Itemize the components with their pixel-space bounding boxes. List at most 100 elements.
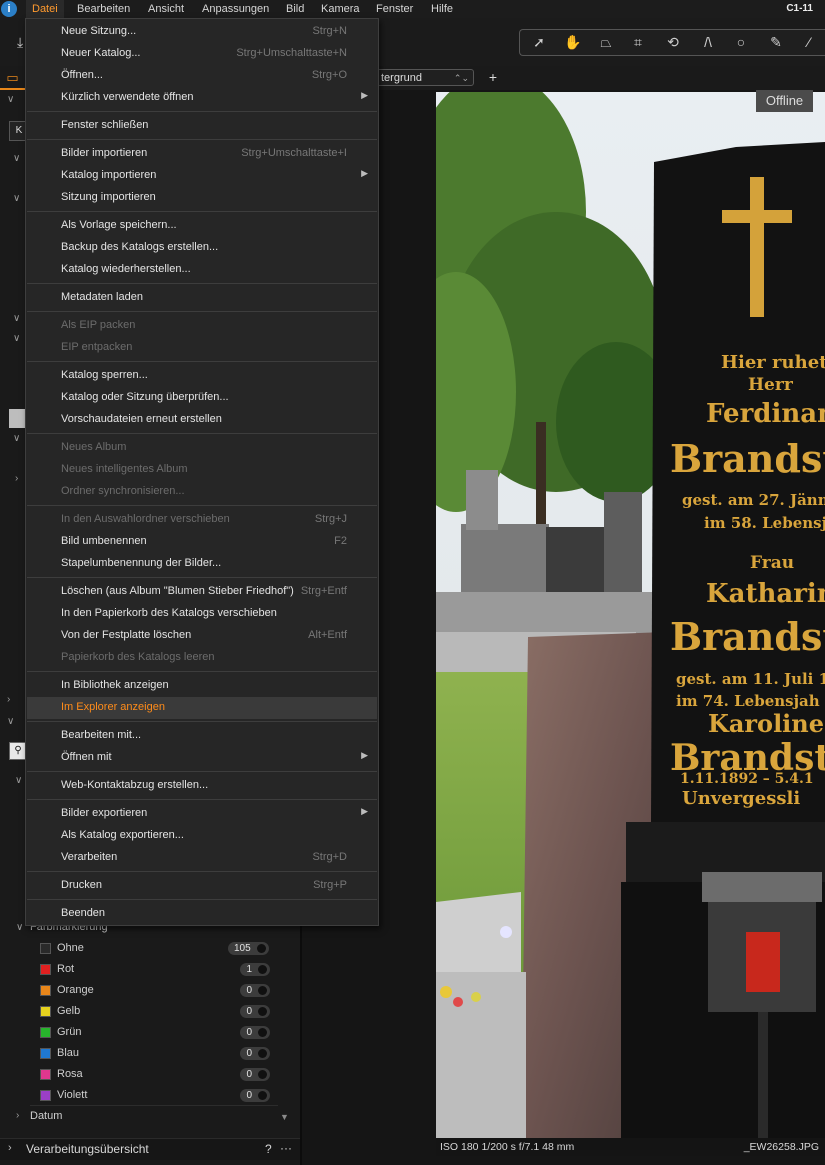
- menu-item[interactable]: Im Explorer anzeigen: [27, 697, 377, 719]
- menu-item[interactable]: Vorschaudateien erneut erstellen: [27, 409, 377, 431]
- menu-item[interactable]: Löschen (aus Album "Blumen Stieber Fried…: [27, 581, 377, 603]
- rotate-icon[interactable]: ⟲: [662, 33, 684, 51]
- color-label-row[interactable]: Rosa 0: [40, 1065, 280, 1086]
- menu-bearbeiten[interactable]: Bearbeiten: [71, 0, 136, 18]
- chevron-down-icon[interactable]: ∨: [15, 775, 22, 786]
- menu-item[interactable]: Bilder importieren Strg+Umschalttaste+I: [27, 143, 377, 165]
- menu-item[interactable]: Drucken Strg+P: [27, 875, 377, 897]
- background-select[interactable]: tergrund ⌃⌄: [376, 69, 474, 86]
- grey-swatch[interactable]: [9, 409, 25, 428]
- app-logo-icon[interactable]: i: [1, 1, 17, 17]
- menu-item[interactable]: Metadaten laden: [27, 287, 377, 309]
- menu-item-label: Metadaten laden: [61, 291, 143, 303]
- menu-anpassungen[interactable]: Anpassungen: [196, 0, 275, 18]
- datum-filter[interactable]: Datum: [30, 1110, 62, 1122]
- menu-item[interactable]: Stapelumbenennung der Bilder...: [27, 553, 377, 575]
- photo[interactable]: Hier ruhet Herr Ferdinand Brandstet gest…: [436, 92, 825, 1138]
- help-icon[interactable]: ?: [265, 1142, 272, 1156]
- add-tool-button[interactable]: +: [485, 68, 501, 86]
- color-label-row[interactable]: Orange 0: [40, 981, 280, 1002]
- crop-icon[interactable]: ⌗: [627, 33, 649, 51]
- processing-summary-bar[interactable]: › Verarbeitungsübersicht ? ···: [0, 1138, 300, 1160]
- color-label-row[interactable]: Gelb 0: [40, 1002, 280, 1023]
- menu-hilfe[interactable]: Hilfe: [425, 0, 459, 18]
- more-icon[interactable]: ···: [280, 1141, 292, 1155]
- menu-item[interactable]: Bild umbenennen F2: [27, 531, 377, 553]
- menu-item[interactable]: Neuer Katalog... Strg+Umschalttaste+N: [27, 43, 377, 65]
- menu-item-label: Bild umbenennen: [61, 535, 147, 547]
- fill-icon[interactable]: ⏢: [595, 33, 617, 51]
- cursor-icon[interactable]: ➚: [528, 33, 550, 51]
- menu-datei[interactable]: Datei: [26, 0, 64, 18]
- menu-item[interactable]: Bearbeiten mit...: [27, 725, 377, 747]
- chevron-down-icon[interactable]: ∨: [13, 153, 20, 164]
- exif-info: ISO 180 1/200 s f/7.1 48 mm: [440, 1141, 575, 1153]
- menu-item[interactable]: Als Vorlage speichern...: [27, 215, 377, 237]
- color-label-row[interactable]: Rot 1: [40, 960, 280, 981]
- menu-item-shortcut: Strg+D: [312, 851, 347, 863]
- inscription-line: Karoline: [708, 709, 824, 738]
- chevron-right-icon[interactable]: ›: [7, 694, 10, 705]
- circle-icon[interactable]: ○: [730, 33, 752, 51]
- menu-item-shortcut: Strg+Entf: [300, 585, 347, 597]
- color-label-row[interactable]: Ohne 105: [40, 939, 280, 960]
- chevron-down-icon[interactable]: ∨: [16, 922, 23, 933]
- pipette-icon[interactable]: ⁄: [798, 33, 820, 51]
- brush-icon[interactable]: ✎: [765, 33, 787, 51]
- menu-bar: i Datei Bearbeiten Ansicht Anpassungen B…: [0, 0, 825, 18]
- menu-item[interactable]: Verarbeiten Strg+D: [27, 847, 377, 869]
- menu-item[interactable]: Beenden: [27, 903, 377, 925]
- chevron-down-icon[interactable]: ∨: [13, 433, 20, 444]
- menu-item-label: Backup des Katalogs erstellen...: [61, 241, 219, 253]
- menu-ansicht[interactable]: Ansicht: [142, 0, 190, 18]
- inscription-line: gest. am 11. Juli 19: [676, 670, 825, 688]
- menu-fenster[interactable]: Fenster: [370, 0, 419, 18]
- menu-item[interactable]: Web-Kontaktabzug erstellen...: [27, 775, 377, 797]
- scroll-down-icon[interactable]: ▼: [280, 1112, 289, 1122]
- keystone-icon[interactable]: /\: [697, 33, 719, 51]
- chevron-down-icon[interactable]: ∨: [7, 716, 14, 727]
- menu-item[interactable]: Von der Festplatte löschen Alt+Entf: [27, 625, 377, 647]
- menu-item[interactable]: Backup des Katalogs erstellen...: [27, 237, 377, 259]
- menu-item-label: Papierkorb des Katalogs leeren: [61, 651, 215, 663]
- menu-item-label: Bilder importieren: [61, 147, 148, 159]
- menu-item[interactable]: Öffnen mit ▶: [27, 747, 377, 769]
- menu-kamera[interactable]: Kamera: [315, 0, 366, 18]
- menu-item[interactable]: In Bibliothek anzeigen: [27, 675, 377, 697]
- menu-item[interactable]: Katalog importieren ▶: [27, 165, 377, 187]
- menu-separator: [27, 771, 377, 772]
- chevron-down-icon[interactable]: ∨: [13, 313, 20, 324]
- menu-item[interactable]: Als Katalog exportieren...: [27, 825, 377, 847]
- menu-item[interactable]: Katalog oder Sitzung überprüfen...: [27, 387, 377, 409]
- menu-item-shortcut: Strg+J: [314, 513, 347, 525]
- menu-item-label: In den Papierkorb des Katalogs verschieb…: [61, 607, 277, 619]
- submenu-arrow-icon: ▶: [361, 168, 368, 178]
- menu-item[interactable]: Katalog sperren...: [27, 365, 377, 387]
- chevron-down-icon[interactable]: ∨: [13, 193, 20, 204]
- menu-item-label: Als Vorlage speichern...: [61, 219, 177, 231]
- menu-bild[interactable]: Bild: [280, 0, 310, 18]
- menu-item[interactable]: In den Papierkorb des Katalogs verschieb…: [27, 603, 377, 625]
- chevron-down-icon[interactable]: ∨: [7, 94, 14, 105]
- folder-icon[interactable]: ▭: [0, 68, 25, 90]
- color-label-row[interactable]: Blau 0: [40, 1044, 280, 1065]
- menu-item[interactable]: Kürzlich verwendete öffnen ▶: [27, 87, 377, 109]
- color-label-row[interactable]: Violett 0: [40, 1086, 280, 1107]
- chevron-right-icon[interactable]: ›: [16, 1110, 19, 1121]
- submenu-arrow-icon: ▶: [361, 806, 368, 816]
- menu-item[interactable]: Neue Sitzung... Strg+N: [27, 21, 377, 43]
- color-label-row[interactable]: Grün 0: [40, 1023, 280, 1044]
- menu-separator: [27, 671, 377, 672]
- menu-item[interactable]: Katalog wiederherstellen...: [27, 259, 377, 281]
- menu-item[interactable]: Öffnen... Strg+O: [27, 65, 377, 87]
- hand-icon[interactable]: ✋: [562, 33, 584, 51]
- color-label-count: 105: [228, 942, 269, 955]
- chevron-down-icon[interactable]: ∨: [13, 333, 20, 344]
- menu-item[interactable]: Fenster schließen: [27, 115, 377, 137]
- chevron-right-icon[interactable]: ›: [8, 1142, 12, 1154]
- chevron-right-icon[interactable]: ›: [15, 473, 18, 484]
- menu-item[interactable]: Bilder exportieren ▶: [27, 803, 377, 825]
- inscription-line: Frau: [750, 553, 794, 573]
- menu-item[interactable]: Sitzung importieren: [27, 187, 377, 209]
- import-icon[interactable]: ⤓: [17, 34, 23, 51]
